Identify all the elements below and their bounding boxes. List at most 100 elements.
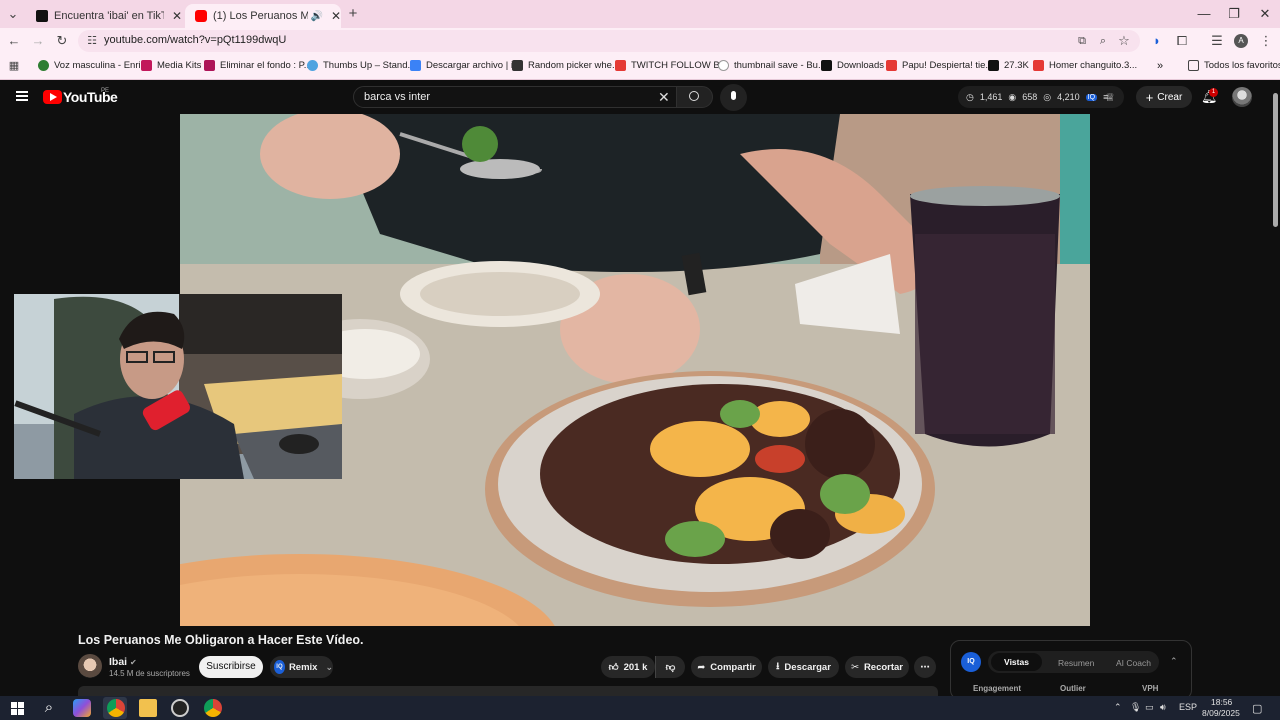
tab-tiktok[interactable]: Encuentra 'ibai' en TikTok | Bus ✕ [26,4,184,28]
tray-overflow-icon[interactable]: ⌃ [1114,702,1122,713]
forward-icon[interactable]: → [30,33,46,49]
tiktok-icon [988,60,999,71]
tab-search-chevron-icon[interactable]: ⌄ [5,6,21,22]
bookmark-star-icon[interactable]: ☆ [1116,33,1132,49]
site-info-icon[interactable]: ☷ [84,33,100,49]
search-query-text[interactable]: barca vs inter [364,91,430,103]
dislike-button[interactable]: 👎︎ [655,656,685,678]
plus-icon: + [1145,89,1154,105]
bookmark-item[interactable]: Voz masculina - Enri... [38,60,149,71]
tab-ai-coach[interactable]: AI Coach [1116,658,1151,668]
hamburger-menu-icon[interactable] [16,91,28,101]
bookmark-item[interactable]: Descargar archivo | i... [410,60,521,71]
more-actions-button[interactable]: ⋯ [914,656,936,678]
subscriber-count: 14.5 M de suscriptores [109,669,190,678]
clear-search-icon[interactable]: ✕ [658,89,670,106]
bookmark-item[interactable]: thumbnail save - Bu... [718,60,826,71]
subscribe-button[interactable]: Suscribirse [199,656,263,678]
vidiq-stats-bar[interactable]: ◷ 1,461 ◉ 658 ◎ 4,210 IQ ≡ [958,86,1124,108]
extensions-puzzle-icon[interactable]: ⧠ [1174,33,1190,49]
tiktok-icon [36,10,48,22]
close-tab-icon[interactable]: ✕ [331,9,341,23]
bookmark-item[interactable]: Homer changuito.3... [1033,60,1137,71]
extension-audio-icon[interactable]: ◗ [1149,33,1165,49]
create-button[interactable]: + Crear [1136,86,1192,108]
bookmark-favicon-icon [1033,60,1044,71]
back-icon[interactable]: ← [6,33,22,49]
folder-icon [1188,60,1199,71]
tab-title: Encuentra 'ibai' en TikTok | Bus [54,10,164,22]
clock-time[interactable]: 18:56 [1211,697,1232,707]
tab-title: (1) Los Peruanos Me Oblig [213,10,309,22]
bookmark-item[interactable]: 27.3K [988,60,1029,71]
close-window-icon[interactable]: ✕ [1257,6,1273,22]
more-horizontal-icon: ⋯ [920,661,930,673]
description-box[interactable] [78,686,938,696]
bookmark-item[interactable]: Random picker whe... [512,60,620,71]
bookmarks-bar: ▦ Voz masculina - Enri... Media Kits Eli… [0,54,1280,80]
thumbs-down-icon: 👎︎ [665,662,676,673]
bookmark-favicon-icon [307,60,318,71]
views-icon: ◎ [1043,91,1052,102]
youtube-favicon-icon [195,10,207,22]
microphone-tray-icon[interactable]: 🎙︎ [1130,702,1141,713]
collapse-panel-icon[interactable]: ⌃ [1170,656,1178,667]
all-bookmarks-folder[interactable]: Todos los favoritos [1188,60,1280,71]
tab-youtube[interactable]: (1) Los Peruanos Me Oblig 🔊 ✕ [185,4,341,28]
bookmark-favicon-icon [821,60,832,71]
close-tab-icon[interactable]: ✕ [172,9,182,23]
file-explorer-icon[interactable] [139,699,157,717]
bookmark-item[interactable]: Thumbs Up – Stand... [307,60,415,71]
windows-taskbar [0,696,1280,720]
scrollbar-thumb[interactable] [1273,93,1278,227]
windows-start-icon[interactable] [9,699,27,717]
bookmark-item[interactable]: Downloads [821,60,884,71]
trophy-icon[interactable]: ♕ [1105,91,1115,104]
clip-button[interactable]: ✂ Recortar [845,656,909,678]
zoom-icon[interactable]: ⌕ [1095,33,1111,49]
bookmark-item[interactable]: Media Kits [141,60,201,71]
bookmark-item[interactable]: Papu! Despierta! tie... [886,60,993,71]
audio-playing-icon[interactable]: 🔊 [310,11,322,22]
youtube-logo-icon[interactable] [43,90,62,104]
user-avatar[interactable] [1232,87,1252,107]
network-icon[interactable]: ▭ [1145,702,1154,713]
reload-icon[interactable]: ↻ [54,33,70,49]
reading-list-icon[interactable]: ☰ [1209,33,1225,49]
clock-date[interactable]: 8/09/2025 [1202,708,1240,718]
url-text[interactable]: youtube.com/watch?v=pQt1199dwqU [104,34,286,46]
channel-name[interactable]: Ibai ✔ [109,656,137,668]
like-button[interactable]: 👍︎ 201 k [601,656,655,678]
tab-resumen[interactable]: Resumen [1058,658,1094,668]
chrome-taskbar-icon[interactable] [107,699,125,717]
bookmark-item[interactable]: TWITCH FOLLOW B... [615,60,728,71]
remix-button[interactable]: IQ Remix ⌄ [270,656,333,678]
search-taskbar-icon[interactable]: ⌕ [40,699,58,717]
menu-kebab-icon[interactable]: ⋮ [1258,33,1274,49]
vidiq-badge[interactable]: IQ [961,652,981,672]
search-button[interactable] [676,86,713,108]
download-button[interactable]: ⭳ Descargar [768,656,839,678]
restore-icon[interactable]: ❐ [1226,6,1242,22]
channel-avatar[interactable] [78,654,102,678]
obs-icon[interactable] [171,699,189,717]
minimize-icon[interactable]: — [1196,6,1212,21]
notifications-center-icon[interactable]: ▢ [1252,702,1262,715]
share-arrow-icon: ➦ [697,661,706,673]
voice-search-button[interactable] [720,84,747,111]
profile-icon[interactable]: A [1234,34,1248,48]
browser-tab-bar: ⌄ Encuentra 'ibai' en TikTok | Bus ✕ (1)… [0,0,1280,28]
copilot-icon[interactable] [73,699,91,717]
volume-icon[interactable]: 🔊︎ [1160,702,1166,713]
chrome-profile-taskbar-icon[interactable] [204,699,222,717]
youtube-logo-text[interactable]: YouTube [63,89,118,105]
new-tab-icon[interactable]: + [345,6,361,22]
install-app-icon[interactable]: ⧉ [1074,33,1090,49]
tab-vistas[interactable]: Vistas [991,653,1042,671]
vidiq-icon: IQ [274,660,285,674]
apps-grid-icon[interactable]: ▦ [6,58,22,74]
bookmark-item[interactable]: Eliminar el fondo : P... [204,60,312,71]
more-bookmarks-icon[interactable]: » [1157,60,1163,72]
input-language[interactable]: ESP [1179,702,1197,712]
share-button[interactable]: ➦ Compartir [691,656,762,678]
